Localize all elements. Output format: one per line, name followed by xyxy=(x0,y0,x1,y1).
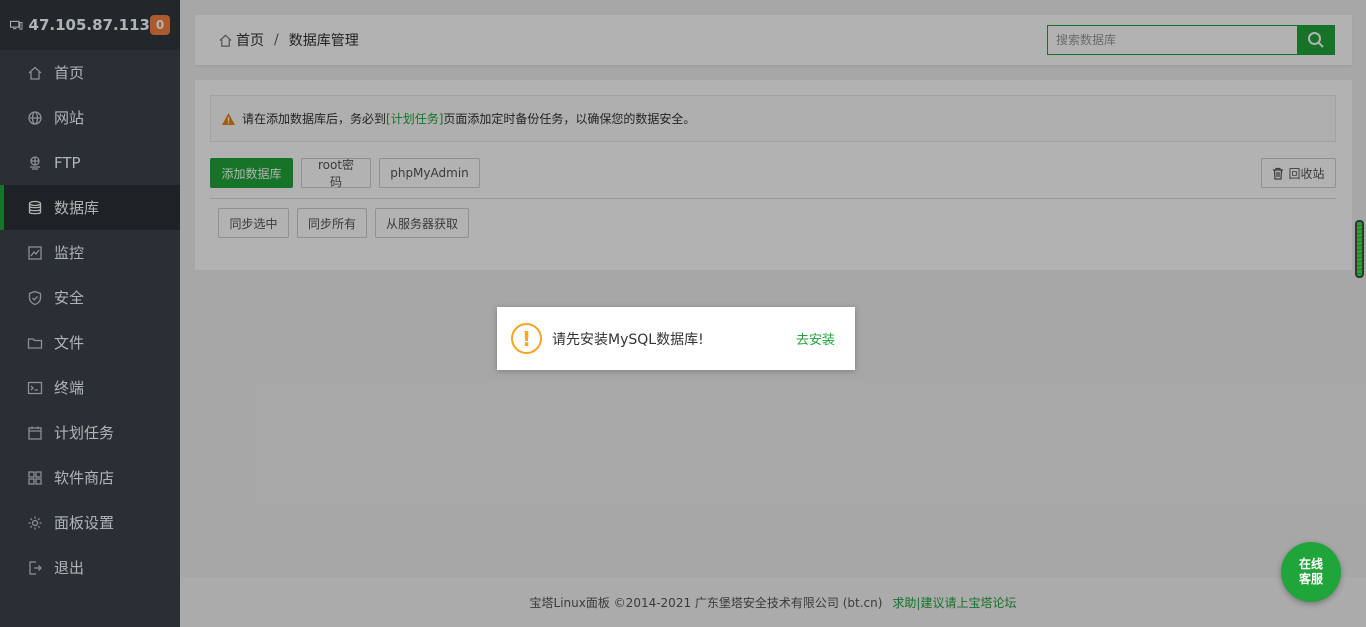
dialog-message: 请先安装MySQL数据库! xyxy=(552,331,704,348)
chat-line1: 在线 xyxy=(1298,557,1323,571)
chat-line2: 客服 xyxy=(1298,572,1323,586)
install-mysql-dialog: ! 请先安装MySQL数据库! 去安装 xyxy=(497,307,855,370)
online-support-button[interactable]: 在线 客服 xyxy=(1281,542,1341,602)
exclamation-icon: ! xyxy=(511,323,542,354)
install-link[interactable]: 去安装 xyxy=(796,329,835,348)
scrollbar[interactable] xyxy=(1355,220,1364,278)
